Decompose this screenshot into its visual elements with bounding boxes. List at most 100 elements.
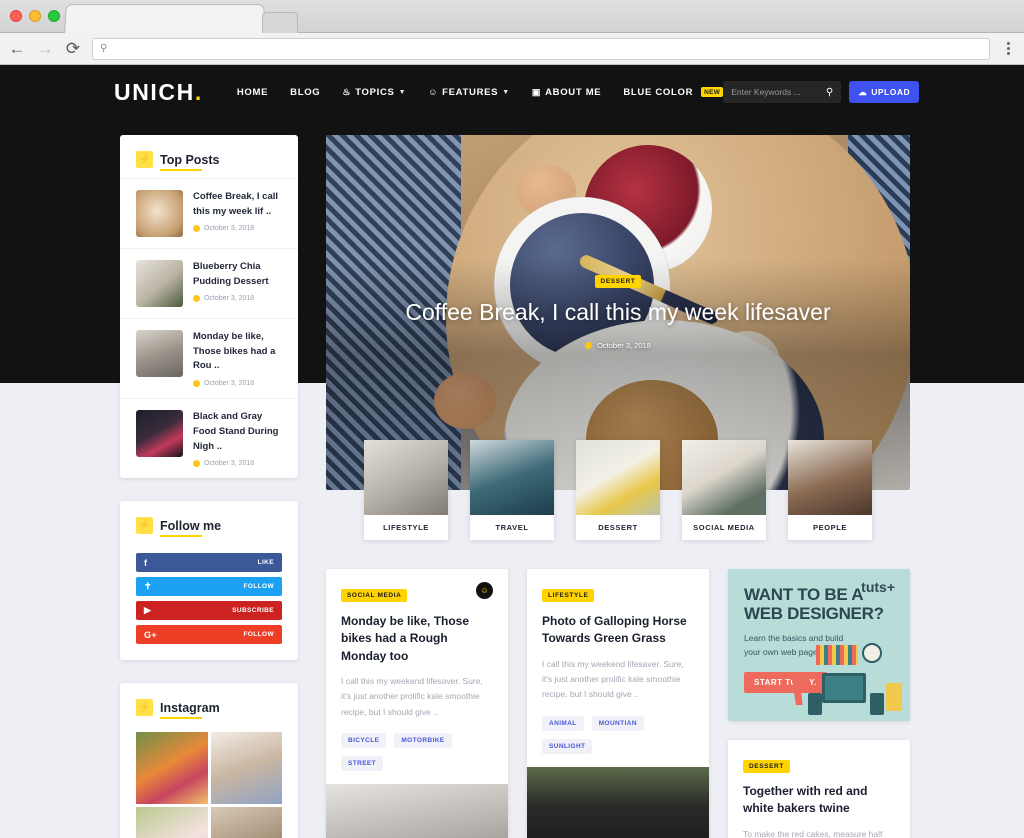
article-tag[interactable]: MOUNTIAN bbox=[591, 715, 644, 731]
article-card-social-media[interactable]: SOCIAL MEDIA ☺ Monday be like, Those bik… bbox=[326, 569, 508, 838]
googleplus-follow-button[interactable]: G+ FOLLOW bbox=[136, 625, 282, 645]
post-thumbnail bbox=[136, 330, 183, 377]
article-title: Monday be like, Those bikes had a Rough … bbox=[341, 614, 470, 663]
post-thumbnail bbox=[136, 410, 183, 458]
category-label: TRAVEL bbox=[495, 523, 529, 532]
instagram-photo[interactable] bbox=[210, 806, 282, 838]
clock-icon bbox=[585, 341, 593, 349]
hero-featured-post[interactable]: DESSERT Coffee Break, I call this my wee… bbox=[326, 135, 910, 490]
instagram-grid bbox=[120, 726, 298, 838]
article-tag[interactable]: BICYCLE bbox=[341, 733, 387, 749]
category-card-travel[interactable]: TRAVEL bbox=[470, 440, 554, 540]
nav-item-blog[interactable]: BLOG bbox=[290, 87, 320, 98]
post-date-text: October 3, 2018 bbox=[204, 295, 255, 303]
widget-header: ⚡ Follow me bbox=[120, 501, 298, 544]
kebab-menu-icon[interactable] bbox=[1000, 42, 1016, 55]
instagram-photo[interactable] bbox=[210, 732, 282, 804]
window-controls[interactable] bbox=[10, 10, 60, 22]
facebook-like-button[interactable]: f LIKE bbox=[136, 553, 282, 573]
maximize-window-button[interactable] bbox=[48, 10, 60, 22]
top-post-item[interactable]: Black and Gray Food Stand During Nigh ..… bbox=[120, 398, 298, 478]
hero-date-text: October 3, 2018 bbox=[597, 340, 651, 350]
category-card-social-media[interactable]: SOCIAL MEDIA bbox=[682, 440, 766, 540]
social-buttons: f LIKE ✝ FOLLOW ▶ SUBSCRIBE G+ FOLLOW bbox=[120, 544, 298, 660]
nav-label: HOME bbox=[236, 86, 269, 98]
widget-title: Instagram bbox=[160, 700, 220, 719]
bulb-icon[interactable]: ☺ bbox=[476, 582, 493, 599]
back-arrow-icon[interactable]: ← bbox=[8, 40, 26, 58]
article-excerpt: I call this my weekend lifesaver. Sure, … bbox=[341, 676, 483, 717]
instagram-photo[interactable] bbox=[136, 806, 208, 838]
browser-tab-active[interactable] bbox=[64, 4, 266, 34]
post-date: October 3, 2018 bbox=[193, 225, 282, 233]
article-card-lifestyle[interactable]: LIFESTYLE Photo of Galloping Horse Towar… bbox=[527, 569, 709, 838]
upload-button[interactable]: ☁ UPLOAD bbox=[849, 81, 920, 103]
top-post-item[interactable]: Blueberry Chia Pudding Dessert October 3… bbox=[120, 248, 298, 318]
facebook-action-label: LIKE bbox=[257, 559, 274, 567]
fire-icon: ♨ bbox=[342, 86, 352, 97]
article-tag[interactable]: ANIMAL bbox=[542, 715, 584, 731]
search-input[interactable] bbox=[731, 87, 820, 97]
nav-label: BLOG bbox=[290, 86, 321, 98]
instagram-photo[interactable] bbox=[136, 732, 208, 804]
category-label: LIFESTYLE bbox=[383, 523, 429, 532]
sidebar: ⚡ Top Posts Coffee Break, I call this my… bbox=[120, 135, 298, 838]
youtube-subscribe-button[interactable]: ▶ SUBSCRIBE bbox=[136, 601, 282, 621]
article-category-badge[interactable]: SOCIAL MEDIA bbox=[341, 589, 408, 602]
ad-brand-logo: tuts+ bbox=[861, 579, 895, 595]
nav-item-features[interactable]: ☺ FEATURES ▼ bbox=[428, 87, 510, 98]
post-body: Black and Gray Food Stand During Nigh ..… bbox=[193, 410, 282, 468]
bolt-icon: ⚡ bbox=[136, 517, 153, 535]
search-icon[interactable]: ⚲ bbox=[826, 87, 833, 98]
post-title: Blueberry Chia Pudding Dessert bbox=[193, 261, 269, 287]
new-tab-button[interactable] bbox=[262, 12, 298, 33]
widget-follow-me: ⚡ Follow me f LIKE ✝ FOLLOW ▶ SUBSCRIBE … bbox=[120, 501, 298, 661]
address-bar[interactable]: ⚲ bbox=[92, 37, 990, 60]
nav-right-group: ⚲ ☁ UPLOAD bbox=[723, 81, 920, 103]
ad-banner-tuts[interactable]: tuts+ WANT TO BE A WEB DESIGNER? Learn t… bbox=[728, 569, 910, 721]
googleplus-icon: G+ bbox=[144, 629, 158, 640]
minimize-window-button[interactable] bbox=[29, 10, 41, 22]
post-body: Blueberry Chia Pudding Dessert October 3… bbox=[193, 260, 282, 303]
top-post-item[interactable]: Coffee Break, I call this my week lif ..… bbox=[120, 178, 298, 248]
article-image bbox=[326, 784, 508, 838]
search-box[interactable]: ⚲ bbox=[723, 81, 842, 103]
article-card-dessert[interactable]: DESSERT Together with red and white bake… bbox=[728, 740, 910, 838]
article-title: Together with red and white bakers twine bbox=[743, 784, 868, 816]
article-tag[interactable]: STREET bbox=[341, 756, 384, 772]
article-tag[interactable]: MOTORBIKE bbox=[394, 733, 452, 749]
article-card-body: SOCIAL MEDIA ☺ Monday be like, Those bik… bbox=[326, 569, 508, 784]
widget-header: ⚡ Top Posts bbox=[120, 135, 298, 178]
post-title: Coffee Break, I call this my week lif .. bbox=[193, 191, 279, 217]
clock-icon bbox=[193, 225, 200, 233]
widget-title: Top Posts bbox=[160, 152, 220, 171]
category-card-people[interactable]: PEOPLE bbox=[788, 440, 872, 540]
post-thumbnail bbox=[136, 190, 183, 237]
hero-category-badge[interactable]: DESSERT bbox=[594, 275, 642, 289]
reload-icon[interactable]: ⟳ bbox=[64, 40, 82, 58]
article-category-badge[interactable]: DESSERT bbox=[743, 760, 790, 773]
hero-date: October 3, 2018 bbox=[585, 341, 651, 350]
chevron-down-icon: ▼ bbox=[398, 88, 407, 96]
forward-arrow-icon[interactable]: → bbox=[36, 40, 54, 58]
post-date: October 3, 2018 bbox=[193, 295, 282, 303]
close-window-button[interactable] bbox=[10, 10, 22, 22]
browser-window: ← → ⟳ ⚲ UNICH. HOME BLOG ♨ TOPICS ▼ ☺ FE… bbox=[0, 0, 1024, 838]
nav-item-blue-color[interactable]: BLUE COLOR NEW bbox=[623, 86, 724, 98]
category-image bbox=[576, 440, 660, 515]
site-logo[interactable]: UNICH. bbox=[114, 79, 203, 106]
article-tag[interactable]: SUNLIGHT bbox=[542, 738, 593, 754]
category-card-lifestyle[interactable]: LIFESTYLE bbox=[364, 440, 448, 540]
nav-label: BLUE COLOR bbox=[623, 86, 694, 98]
category-card-dessert[interactable]: DESSERT bbox=[576, 440, 660, 540]
site-logo-dot: . bbox=[194, 78, 203, 105]
top-post-item[interactable]: Monday be like, Those bikes had a Rou ..… bbox=[120, 318, 298, 398]
article-category-badge[interactable]: LIFESTYLE bbox=[542, 589, 595, 602]
nav-item-topics[interactable]: ♨ TOPICS ▼ bbox=[342, 87, 406, 98]
widget-header: ⚡ Instagram bbox=[120, 683, 298, 726]
nav-item-home[interactable]: HOME bbox=[237, 87, 268, 98]
twitter-follow-button[interactable]: ✝ FOLLOW bbox=[136, 577, 282, 597]
nav-item-about-me[interactable]: ▣ ABOUT ME bbox=[532, 87, 601, 98]
monitor-icon bbox=[822, 673, 866, 703]
article-column-1: SOCIAL MEDIA ☺ Monday be like, Those bik… bbox=[326, 569, 508, 838]
